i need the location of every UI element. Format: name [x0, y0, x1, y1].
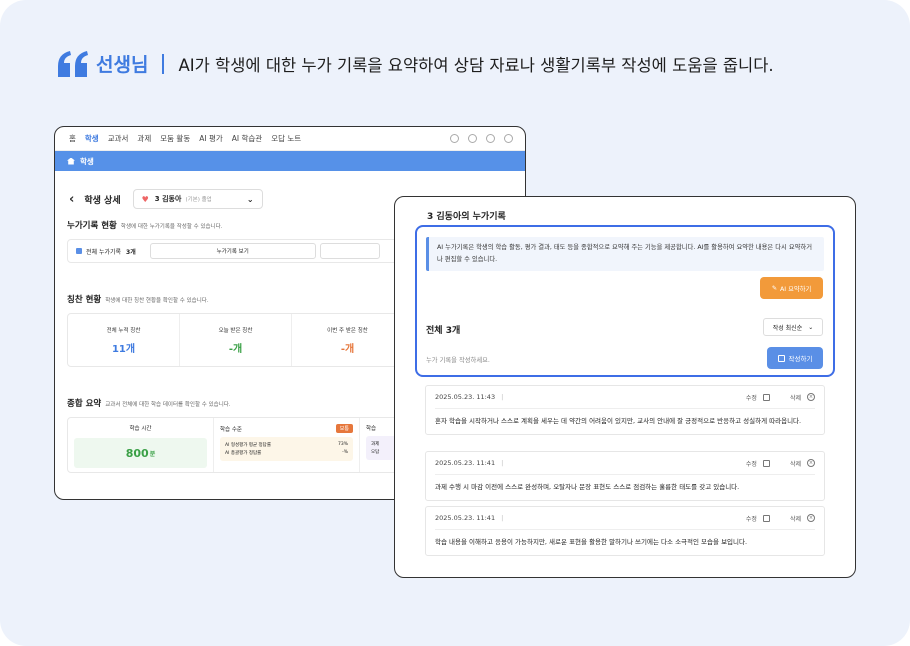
role-label: 선생님 — [96, 54, 149, 76]
close-icon[interactable]: × — [807, 514, 815, 522]
record-date: 2025.05.23. 11:41 — [435, 459, 496, 467]
edit-icon — [777, 354, 785, 362]
nav-item-ai-learning[interactable]: AI 학습관 — [232, 133, 262, 144]
breadcrumb: 학생 — [55, 151, 525, 171]
delete-button[interactable]: 삭제 — [790, 393, 801, 402]
praise-total-value: 11개 — [111, 343, 136, 355]
praise-total: 전체 누적 칭찬 11개 — [68, 314, 180, 366]
document-icon[interactable] — [504, 134, 513, 143]
secondary-button[interactable] — [319, 243, 380, 259]
sort-select[interactable]: 작성 최신순 ⌄ — [763, 318, 823, 336]
praise-week: 이번 주 받은 칭찬 -개 — [292, 314, 404, 366]
bell-icon[interactable] — [450, 134, 459, 143]
record-window-title: 3 김동아의 누가기록 — [427, 212, 506, 222]
record-text: 학습 내용을 이해하고 응용이 가능하지만, 새로운 표현을 활용한 말하기나 … — [435, 529, 815, 555]
delete-button[interactable]: 삭제 — [790, 459, 801, 468]
level-row-label: AI 형성평가 평균 정답률 — [225, 443, 271, 448]
headline-text: AI가 학생에 대한 누가 기록을 요약하여 상담 자료나 생활기록부 작성에 … — [178, 55, 774, 75]
praise-today-label: 오늘 받은 칭찬 — [218, 327, 253, 334]
total-value: 3개 — [126, 248, 136, 256]
top-nav: 홈 학생 교과서 과제 모둠 활동 AI 평가 AI 학습관 오답 노트 — [55, 127, 525, 151]
edit-button[interactable]: 수정 — [746, 393, 757, 402]
record-item: 2025.05.23. 11:41 | 수정 삭제 × 과제 수행 시 마감 이전에… — [425, 451, 825, 501]
background-panel: 선생님 AI가 학생에 대한 누가 기록을 요약하여 상담 자료나 생활기록부 … — [0, 0, 910, 646]
record-date: 2025.05.23. 11:41 — [435, 514, 496, 522]
sort-label: 작성 최신순 — [772, 324, 803, 332]
praise-total-label: 전체 누적 칭찬 — [106, 327, 141, 334]
chevron-down-icon: ⌄ — [808, 323, 814, 331]
praise-subtitle: 학생에 대한 칭찬 현황을 확인할 수 있습니다. — [105, 298, 209, 304]
nav-item-textbook[interactable]: 교과서 — [108, 133, 129, 144]
page-title: 학생 상세 — [84, 195, 121, 206]
ai-summarize-label: AI 요약하기 — [779, 285, 812, 293]
record-editor-panel: AI 누가기록은 학생의 학습 활동, 평가 결과, 태도 등을 종합적으로 요… — [415, 225, 835, 377]
nav-item-group[interactable]: 모둠 활동 — [160, 133, 190, 144]
level-badge: 보통 — [335, 424, 353, 433]
third-row: 과제 — [371, 442, 380, 447]
nav-item-home[interactable]: 홈 — [69, 133, 76, 144]
record-item: 2025.05.23. 11:41 | 수정 삭제 × 학습 내용을 이해하고 응용… — [425, 506, 825, 556]
summary-title: 종합 요약 — [67, 399, 102, 409]
level-row-value: -% — [342, 450, 348, 455]
divider — [162, 53, 165, 74]
level-label: 학습 수준 — [220, 426, 242, 433]
nav-item-student[interactable]: 학생 — [85, 133, 99, 144]
praise-today: 오늘 받은 칭찬 -개 — [180, 314, 292, 366]
time-unit: 분 — [149, 450, 156, 458]
pencil-icon[interactable] — [762, 393, 770, 401]
chat-icon[interactable] — [486, 134, 495, 143]
pencil-icon[interactable] — [762, 514, 770, 522]
student-select[interactable]: ♥ 3 김동아 (기본) 졸업 ⌄ — [132, 189, 263, 209]
close-icon[interactable]: × — [807, 459, 815, 467]
total-count: 전체 3개 — [426, 326, 461, 336]
heart-icon: ♥ — [141, 194, 149, 204]
headline: 선생님 AI가 학생에 대한 누가 기록을 요약하여 상담 자료나 생활기록부 … — [58, 50, 774, 77]
record-item: 2025.05.23. 11:43 | 수정 삭제 × 혼자 학습을 시작하거나 스… — [425, 385, 825, 435]
time-box: 800 분 — [74, 438, 207, 468]
time-value: 800 — [125, 446, 149, 460]
breadcrumb-label: 학생 — [80, 156, 94, 166]
magic-wand-icon: ✎ — [771, 284, 777, 292]
level-row-label: AI 총괄평가 정답률 — [225, 451, 262, 456]
praise-week-value: -개 — [340, 343, 355, 355]
nav-item-wrong-notes[interactable]: 오답 노트 — [271, 133, 301, 144]
praise-today-value: -개 — [228, 343, 243, 355]
third-row: 오답 — [371, 450, 380, 455]
view-records-button[interactable]: 누가기록 보기 — [149, 243, 316, 259]
chevron-down-icon: ⌄ — [246, 194, 254, 204]
summary-subtitle: 교과서 전체에 대한 학습 데이터를 확인할 수 있습니다. — [105, 402, 231, 408]
delete-button[interactable]: 삭제 — [790, 514, 801, 523]
pencil-icon[interactable] — [762, 459, 770, 467]
record-input[interactable]: 누가 기록을 작성하세요. — [426, 355, 490, 364]
quote-icon — [58, 50, 88, 77]
level-row-value: 73% — [337, 442, 348, 447]
student-name: 3 김동아 — [154, 195, 182, 203]
gear-icon[interactable] — [468, 134, 477, 143]
record-text: 과제 수행 시 마감 이전에 스스로 완성하며, 오탈자나 문장 표현도 스스로… — [435, 474, 815, 500]
nav-item-ai-eval[interactable]: AI 평가 — [199, 133, 223, 144]
view-records-label: 누가기록 보기 — [216, 249, 249, 255]
ai-info-box: AI 누가기록은 학생의 학습 활동, 평가 결과, 태도 등을 종합적으로 요… — [426, 237, 824, 271]
record-date: 2025.05.23. 11:43 — [435, 393, 496, 401]
record-window: 3 김동아의 누가기록 AI 누가기록은 학생의 학습 활동, 평가 결과, 태… — [394, 196, 856, 578]
praise-week-label: 이번 주 받은 칭찬 — [327, 327, 368, 334]
list-icon — [76, 248, 82, 254]
accumulation-title: 누가기록 현황 — [67, 221, 117, 231]
home-icon — [67, 157, 75, 165]
edit-button[interactable]: 수정 — [746, 514, 757, 523]
nav-item-assignment[interactable]: 과제 — [137, 133, 151, 144]
edit-button[interactable]: 수정 — [746, 459, 757, 468]
level-box: AI 형성평가 평균 정답률 73% AI 총괄평가 정답률 -% — [220, 437, 353, 461]
ai-summarize-button[interactable]: ✎ AI 요약하기 — [760, 277, 823, 299]
accumulation-subtitle: 학생에 대한 누가기록을 작성할 수 있습니다. — [120, 224, 223, 230]
record-text: 혼자 학습을 시작하거나 스스로 계획을 세우는 데 약간의 어려움이 있지만,… — [435, 408, 815, 434]
close-icon[interactable]: × — [807, 393, 815, 401]
total-label: 전체 누가기록 — [86, 248, 122, 256]
praise-title: 칭찬 현황 — [67, 295, 102, 305]
write-button[interactable]: 작성하기 — [767, 347, 823, 369]
write-label: 작성하기 — [788, 355, 813, 363]
back-arrow-icon[interactable]: ‹ — [69, 192, 74, 207]
time-label: 학습 시간 — [129, 426, 152, 432]
student-tag: (기본) 졸업 — [185, 197, 212, 203]
